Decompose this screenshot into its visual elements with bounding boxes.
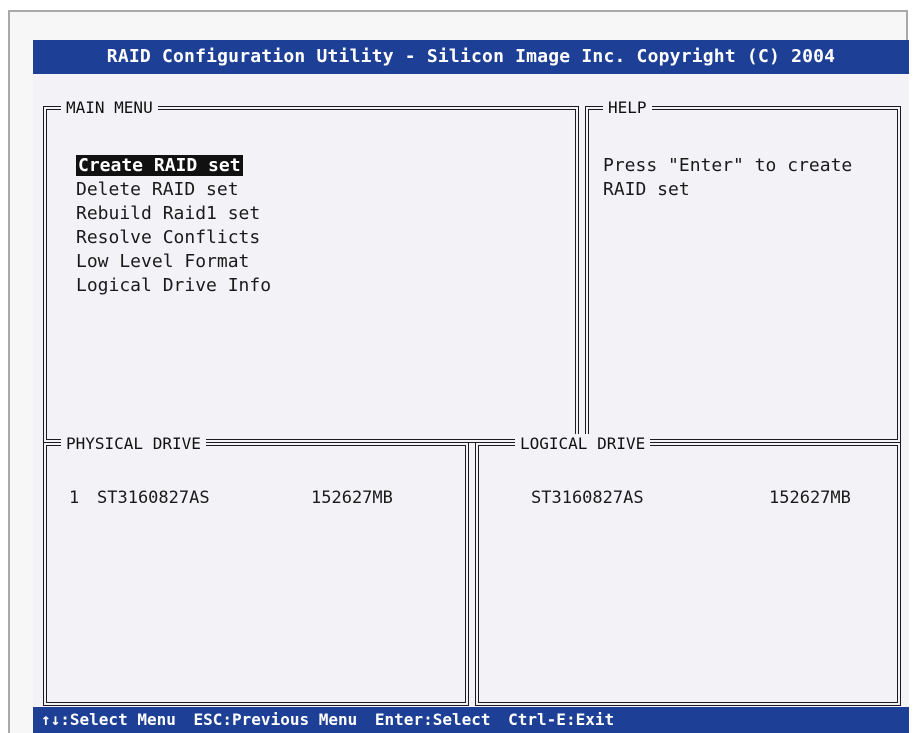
main-menu-panel: MAIN MENU Create RAID set Delete RAID se… — [43, 98, 579, 443]
physical-drive-size: 152627MB — [311, 488, 393, 508]
logical-drive-model[interactable]: ST3160827AS — [531, 488, 644, 508]
logical-drive-panel: LOGICAL DRIVE ST3160827AS 152627MB — [475, 434, 901, 706]
hint-enter-select: Enter:Select — [374, 710, 491, 729]
menu-item-low-level-format[interactable]: Low Level Format — [73, 250, 274, 274]
help-text: Press "Enter" to create RAID set — [603, 155, 853, 200]
menu-item-create-raid-set[interactable]: Create RAID set — [76, 155, 243, 176]
logical-drive-size: 152627MB — [769, 488, 851, 508]
hint-select-menu: ↑↓:Select Menu — [41, 710, 176, 729]
hint-previous-menu: ESC:Previous Menu — [193, 710, 358, 729]
hint-exit: Ctrl-E:Exit — [508, 710, 615, 729]
menu-item-logical-drive-info[interactable]: Logical Drive Info — [73, 274, 274, 298]
menu-item-resolve-conflicts[interactable]: Resolve Conflicts — [73, 226, 274, 250]
main-menu-title: MAIN MENU — [61, 98, 158, 118]
title-bar: RAID Configuration Utility - Silicon Ima… — [33, 40, 909, 74]
physical-drive-title: PHYSICAL DRIVE — [61, 434, 206, 454]
menu-item-delete-raid-set[interactable]: Delete RAID set — [73, 178, 274, 202]
physical-drive-index: 1 — [69, 488, 80, 508]
help-panel: HELP Press "Enter" to create RAID set — [585, 98, 901, 443]
physical-drive-panel: PHYSICAL DRIVE 1 ST3160827AS 152627MB — [43, 434, 469, 706]
help-title: HELP — [603, 98, 652, 118]
main-menu-list: Create RAID set Delete RAID set Rebuild … — [73, 154, 274, 298]
menu-item-rebuild-raid1-set[interactable]: Rebuild Raid1 set — [73, 202, 274, 226]
bios-screen: RAID Configuration Utility - Silicon Ima… — [33, 40, 909, 733]
physical-drive-model[interactable]: ST3160827AS — [97, 488, 210, 508]
status-bar: ↑↓:Select Menu ESC:Previous Menu Enter:S… — [33, 707, 909, 733]
logical-drive-title: LOGICAL DRIVE — [515, 434, 651, 454]
